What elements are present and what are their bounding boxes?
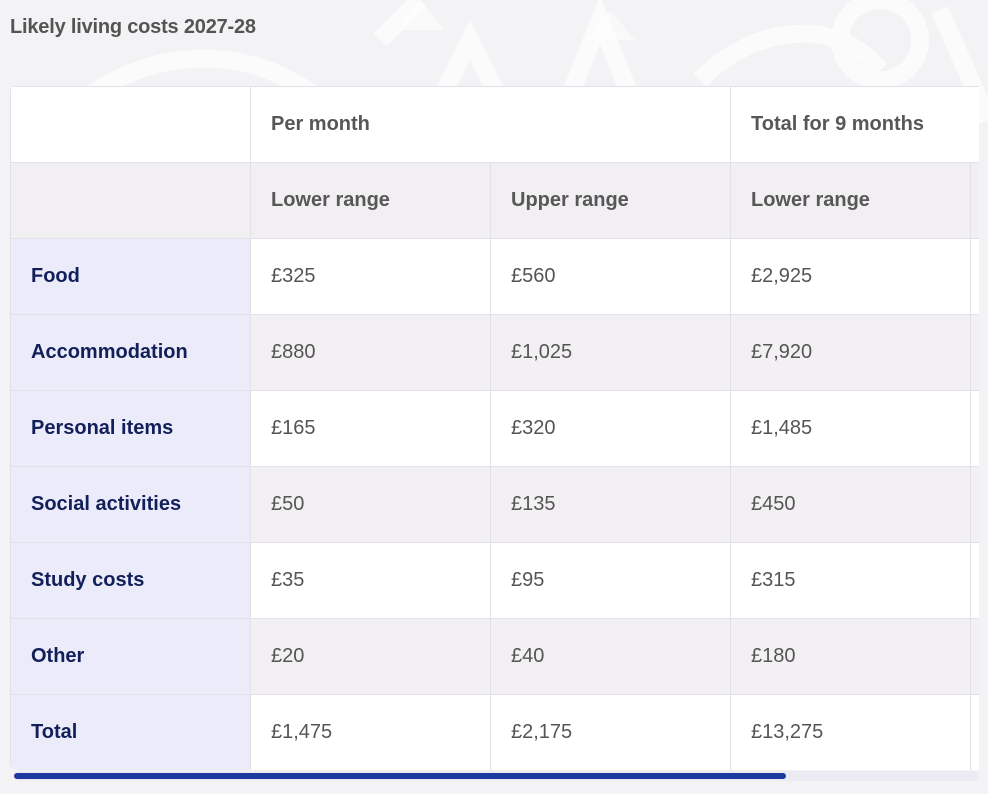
- table-cell: £135: [490, 466, 731, 543]
- sub-header-lower-range-total: Lower range: [730, 162, 971, 239]
- sub-header-upper-range: Upper range: [490, 162, 731, 239]
- table-cell: £1,485: [730, 390, 971, 467]
- sub-header-row: Lower range Upper range Lower range: [10, 162, 979, 239]
- row-label: Personal items: [10, 390, 251, 467]
- table-cell: £1,475: [250, 694, 491, 770]
- group-header-row: Per month Total for 9 months: [10, 86, 979, 163]
- table-cell: £40: [490, 618, 731, 695]
- sub-header-upper-range-total: [970, 162, 979, 239]
- table-cell: [970, 618, 979, 695]
- row-label: Food: [10, 238, 251, 315]
- table-row: Personal items £165 £320 £1,485: [10, 390, 979, 467]
- row-label: Social activities: [10, 466, 251, 543]
- row-label: Other: [10, 618, 251, 695]
- row-label: Study costs: [10, 542, 251, 619]
- table-cell: £180: [730, 618, 971, 695]
- table-cell: £165: [250, 390, 491, 467]
- table-scroll-container[interactable]: Per month Total for 9 months Lower range…: [10, 86, 979, 770]
- table-cell: £450: [730, 466, 971, 543]
- table-cell: £13,275: [730, 694, 971, 770]
- horizontal-scrollbar[interactable]: [14, 771, 979, 781]
- sub-header-corner: [10, 162, 251, 239]
- page-title: Likely living costs 2027-28: [10, 16, 256, 38]
- row-label: Total: [10, 694, 251, 770]
- group-header-per-month: Per month: [250, 86, 731, 163]
- table-cell: [970, 238, 979, 315]
- table-cell: £880: [250, 314, 491, 391]
- table-cell: [970, 466, 979, 543]
- table-row: Food £325 £560 £2,925: [10, 238, 979, 315]
- table-cell: £1,025: [490, 314, 731, 391]
- living-costs-table: Per month Total for 9 months Lower range…: [10, 86, 979, 770]
- table-cell: £2,175: [490, 694, 731, 770]
- table-cell: £35: [250, 542, 491, 619]
- group-header-total-9-months: Total for 9 months: [730, 86, 979, 163]
- table-cell: [970, 542, 979, 619]
- table-cell: £2,925: [730, 238, 971, 315]
- table-cell: £95: [490, 542, 731, 619]
- table-cell: [970, 694, 979, 770]
- table-cell: £320: [490, 390, 731, 467]
- table-cell: £7,920: [730, 314, 971, 391]
- table-cell: [970, 390, 979, 467]
- table-cell: £315: [730, 542, 971, 619]
- table-cell: £20: [250, 618, 491, 695]
- table-cell: £325: [250, 238, 491, 315]
- scrollbar-thumb[interactable]: [14, 773, 786, 779]
- row-label: Accommodation: [10, 314, 251, 391]
- table-cell: £560: [490, 238, 731, 315]
- table-row: Social activities £50 £135 £450: [10, 466, 979, 543]
- sub-header-lower-range: Lower range: [250, 162, 491, 239]
- table-row: Total £1,475 £2,175 £13,275: [10, 694, 979, 770]
- table-cell: [970, 314, 979, 391]
- table-row: Accommodation £880 £1,025 £7,920: [10, 314, 979, 391]
- corner-cell: [10, 86, 251, 163]
- table-cell: £50: [250, 466, 491, 543]
- table-row: Study costs £35 £95 £315: [10, 542, 979, 619]
- table-row: Other £20 £40 £180: [10, 618, 979, 695]
